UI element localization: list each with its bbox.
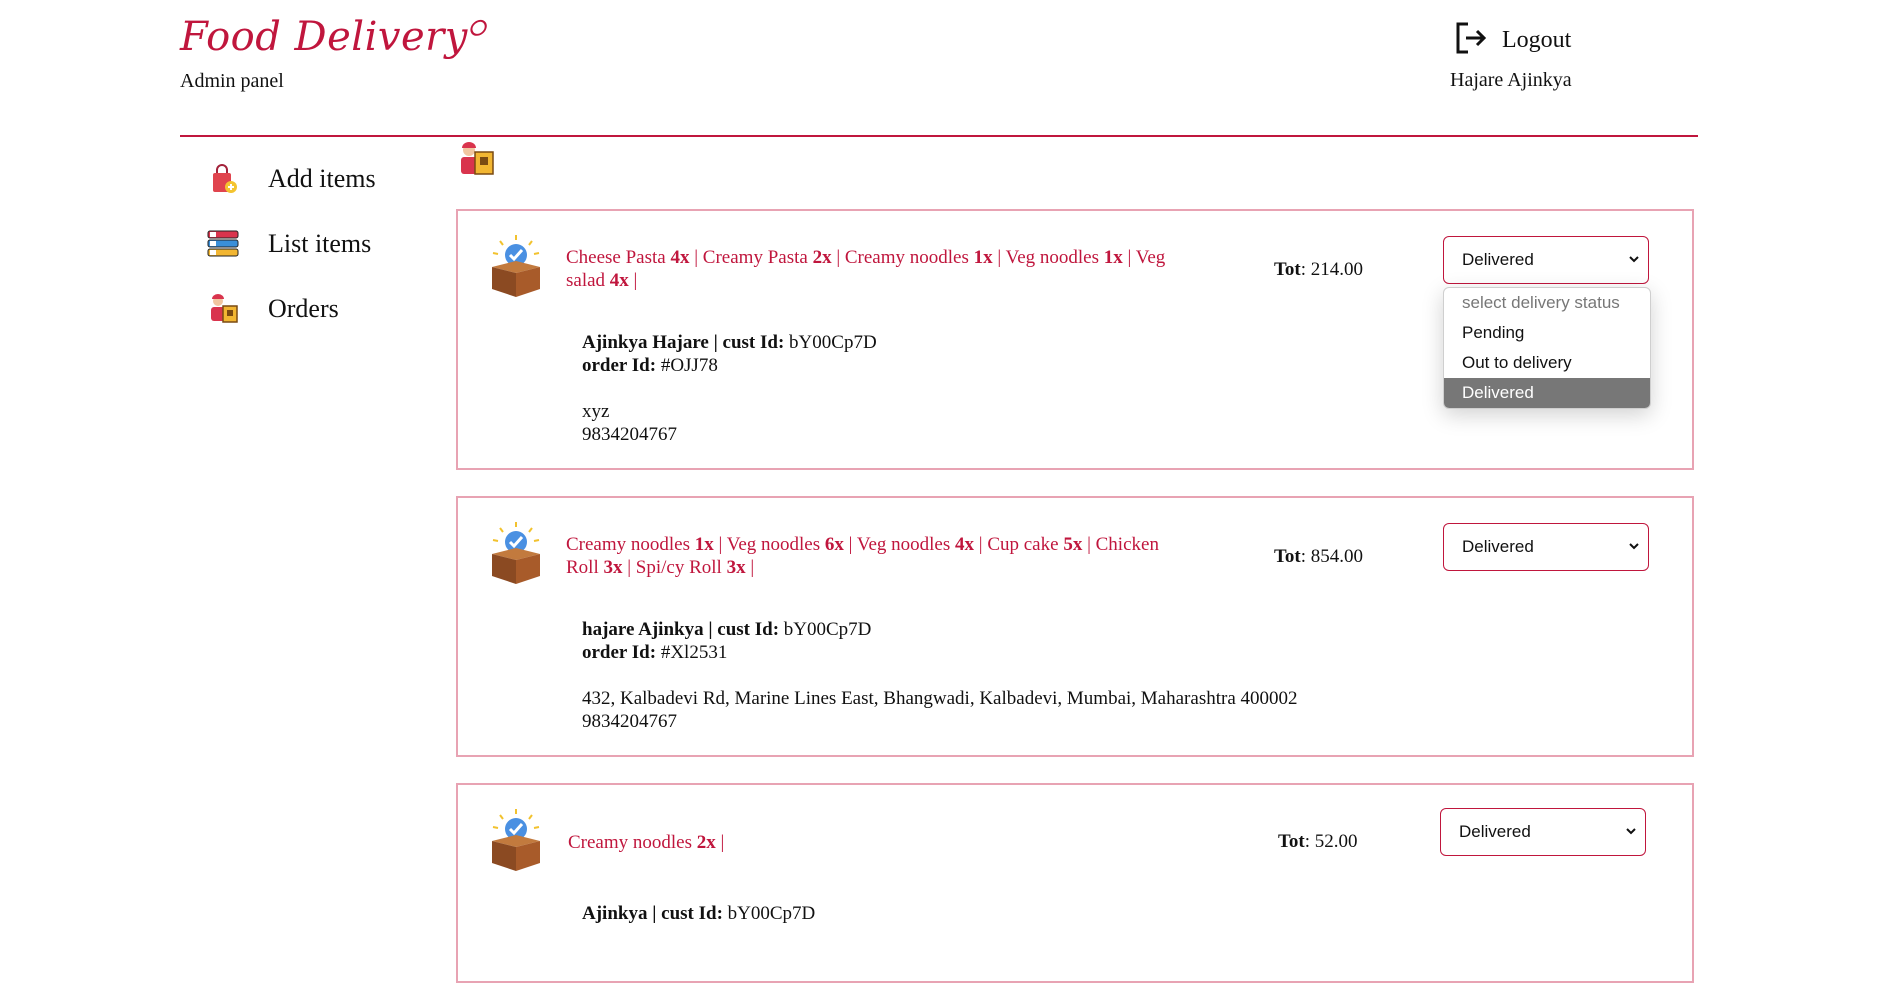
item-name: Creamy noodles: [568, 832, 693, 853]
status-option-pending[interactable]: Pending: [1444, 318, 1650, 348]
parcel-box-icon: [488, 235, 544, 302]
status-value: Delivered: [1462, 537, 1534, 556]
header-divider: [180, 135, 1698, 137]
item-qty: 3x: [603, 557, 623, 578]
status-select[interactable]: Delivered: [1443, 236, 1649, 284]
username: Hajare Ajinkya: [1450, 69, 1572, 91]
phone-number: 9834204767: [582, 424, 677, 445]
item-qty: 4x: [609, 270, 629, 291]
order-customer-info: Ajinkya | cust Id: bY00Cp7D: [582, 902, 815, 925]
item-name: Cup cake: [987, 534, 1059, 555]
order-card: Creamy noodles 2x | Tot: 52.00 Delivered…: [456, 783, 1694, 983]
item-name: Creamy noodles: [566, 534, 691, 555]
order-total: Tot: 854.00: [1274, 546, 1364, 567]
customer-name: Ajinkya Hajare | cust Id:: [582, 332, 785, 353]
item-qty: 4x: [955, 534, 975, 555]
brand-logo: Food Delivery⭘: [180, 14, 486, 60]
order-id-label: order Id:: [582, 355, 657, 376]
chevron-down-icon: [1628, 537, 1640, 557]
customer-id: bY00Cp7D: [783, 619, 872, 640]
total-value: 214.00: [1310, 259, 1364, 280]
admin-panel-subtitle: Admin panel: [180, 70, 284, 92]
sidebar-item-label: List items: [268, 229, 372, 258]
sidebar-item-add-items[interactable]: Add items: [205, 161, 376, 197]
order-id-label: order Id:: [582, 642, 657, 663]
chevron-down-icon: [1625, 822, 1637, 842]
chevron-down-icon: [1628, 250, 1640, 270]
list-icon: [205, 226, 241, 262]
item-name: Veg noodles: [1005, 247, 1100, 268]
status-option-delivered[interactable]: Delivered: [1444, 378, 1650, 408]
parcel-box-icon: [488, 809, 544, 876]
item-name: Veg noodles: [856, 534, 951, 555]
order-total: Tot: 214.00: [1274, 259, 1364, 280]
logout-label: Logout: [1502, 27, 1572, 53]
total-value: 854.00: [1310, 546, 1364, 567]
item-qty: 1x: [1103, 247, 1123, 268]
phone-number: 9834204767: [582, 711, 677, 732]
total-label: Tot: [1278, 831, 1305, 852]
status-select[interactable]: Delivered: [1440, 808, 1646, 856]
item-name: Cheese Pasta: [566, 247, 666, 268]
item-qty: 1x: [973, 247, 993, 268]
customer-name: hajare Ajinkya | cust Id:: [582, 619, 780, 640]
logout-button[interactable]: Logout: [1452, 20, 1571, 61]
brand-name: Food Delivery: [180, 14, 468, 60]
item-qty: 2x: [812, 247, 832, 268]
total-label: Tot: [1274, 259, 1301, 280]
sidebar-item-label: Orders: [268, 294, 339, 323]
customer-id: bY00Cp7D: [727, 903, 816, 924]
delivery-address: xyz: [582, 401, 610, 422]
order-items: Cheese Pasta 4x | Creamy Pasta 2x | Crea…: [566, 247, 1166, 291]
order-items: Creamy noodles 2x |: [568, 832, 725, 853]
sidebar-item-list-items[interactable]: List items: [205, 226, 371, 262]
order-customer-info: Ajinkya Hajare | cust Id: bY00Cp7D order…: [582, 331, 877, 446]
sidebar-item-orders[interactable]: Orders: [205, 291, 339, 327]
order-customer-info: hajare Ajinkya | cust Id: bY00Cp7D order…: [582, 618, 1298, 733]
item-qty: 5x: [1063, 534, 1083, 555]
customer-name: Ajinkya | cust Id:: [582, 903, 723, 924]
item-qty: 4x: [670, 247, 690, 268]
item-name: Creamy Pasta: [702, 247, 808, 268]
shopping-bag-add-icon: [205, 161, 241, 197]
customer-id: bY00Cp7D: [789, 332, 877, 353]
item-name: Creamy noodles: [844, 247, 969, 268]
item-qty: 3x: [726, 557, 746, 578]
delivery-address: 432, Kalbadevi Rd, Marine Lines East, Bh…: [582, 688, 1298, 709]
item-name: Veg noodles: [726, 534, 821, 555]
delivery-person-icon: [205, 291, 241, 327]
sidebar-item-label: Add items: [268, 164, 376, 193]
status-value: Delivered: [1459, 822, 1531, 841]
total-label: Tot: [1274, 546, 1301, 567]
item-qty: 1x: [694, 534, 714, 555]
total-value: 52.00: [1314, 831, 1358, 852]
order-id: #Xl2531: [660, 642, 728, 663]
scooter-icon: ⭘: [467, 16, 486, 42]
order-card: Creamy noodles 1x | Veg noodles 6x | Veg…: [456, 496, 1694, 757]
status-option-out-to-delivery[interactable]: Out to delivery: [1444, 348, 1650, 378]
status-value: Delivered: [1462, 250, 1534, 269]
parcel-box-icon: [488, 522, 544, 589]
order-items: Creamy noodles 1x | Veg noodles 6x | Veg…: [566, 534, 1159, 578]
orders-page-icon: [455, 140, 497, 183]
item-qty: 6x: [824, 534, 844, 555]
status-select[interactable]: Delivered: [1443, 523, 1649, 571]
item-qty: 2x: [696, 832, 716, 853]
item-name: Spi/cy Roll: [635, 557, 722, 578]
status-dropdown-menu: select delivery status Pending Out to de…: [1443, 287, 1651, 409]
status-option-placeholder: select delivery status: [1462, 293, 1620, 312]
logout-icon: [1452, 20, 1488, 61]
order-id: #OJJ78: [660, 355, 718, 376]
order-total: Tot: 52.00: [1278, 831, 1358, 852]
